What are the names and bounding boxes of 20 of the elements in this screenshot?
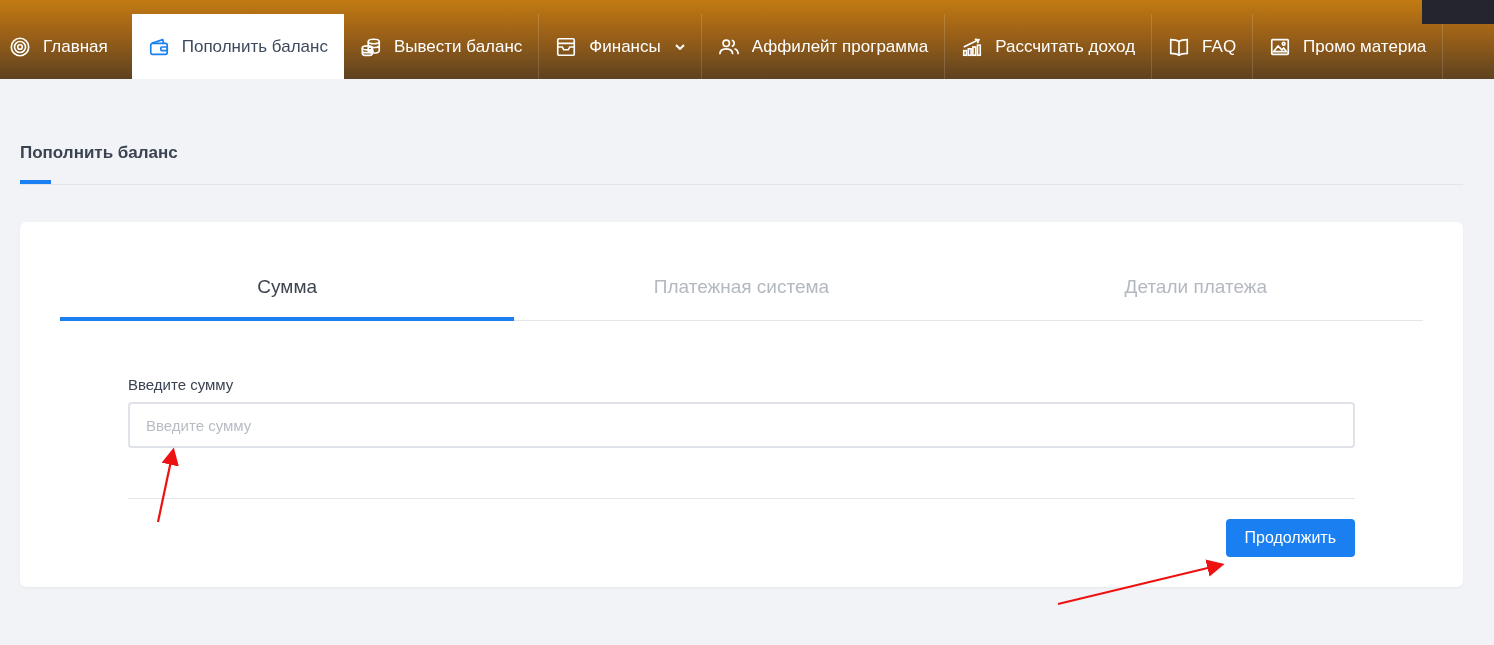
chevron-down-icon [674, 43, 685, 50]
title-underline [20, 180, 51, 184]
page-title: Пополнить баланс [20, 143, 179, 164]
dark-panel [1422, 0, 1494, 24]
field-label: Введите сумму [128, 376, 235, 393]
coins-icon [359, 35, 382, 58]
nav-tab[interactable]: Рассчитать доход [945, 14, 1153, 79]
nav-tab[interactable]: Вывести баланс [343, 14, 540, 79]
bar-chart-icon [961, 35, 984, 58]
continue-button[interactable]: Продолжить [1225, 519, 1355, 557]
step-tab[interactable]: Сумма [60, 262, 515, 321]
target-icon [9, 35, 31, 58]
amount-input-field[interactable]: Введите сумму [128, 402, 1355, 448]
nav-tab[interactable]: Главная [0, 14, 132, 79]
nav-tab[interactable]: Промо материа [1253, 14, 1444, 79]
nav-tab[interactable]: Пополнить баланс [131, 14, 344, 79]
nav-tab[interactable]: FAQ [1152, 14, 1254, 79]
archive-box-icon [555, 35, 578, 58]
nav-tab[interactable]: Финансы [539, 14, 702, 79]
nav-tab[interactable]: Аффилейт программа [701, 14, 946, 79]
